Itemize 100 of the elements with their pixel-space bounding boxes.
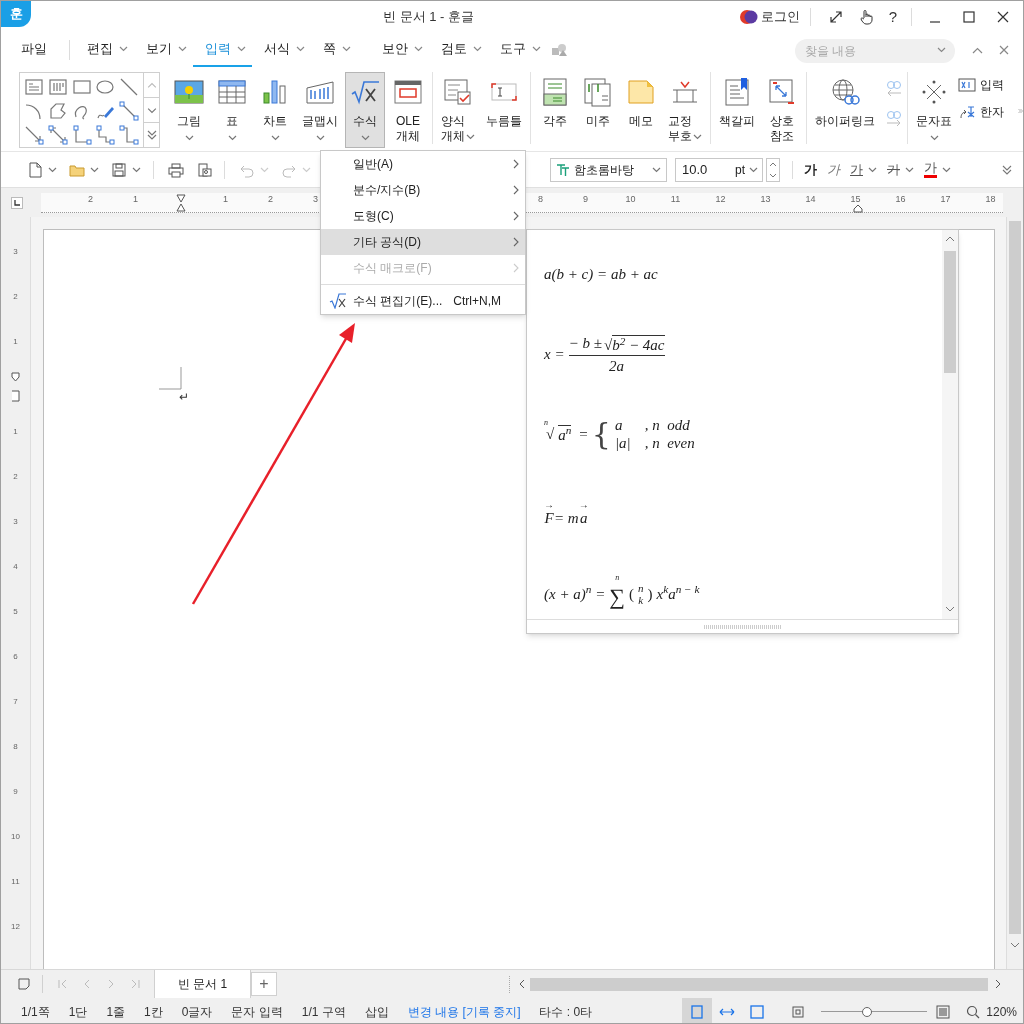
ruler-number: 12: [715, 193, 726, 204]
double-arrow-icon[interactable]: [46, 124, 69, 145]
status-text: 1/1 구역: [301, 1003, 346, 1021]
indent-marker-icon[interactable]: [175, 193, 186, 212]
scroll-thumb[interactable]: [530, 977, 988, 991]
scroll-left-icon[interactable]: [518, 979, 526, 989]
text-style-button[interactable]: 가: [887, 159, 914, 180]
font-size-field[interactable]: 10.0 pt: [675, 157, 763, 182]
ribbon-button[interactable]: 누름틀: [482, 72, 526, 148]
ribbon-button[interactable]: 메모: [621, 72, 661, 148]
scroll-thumb[interactable]: [944, 251, 956, 373]
chevron-down-icon: [532, 46, 541, 52]
paragraph-mark: ↵: [179, 390, 189, 404]
overflow-icon[interactable]: [1002, 164, 1012, 175]
scroll-down-icon[interactable]: [1009, 940, 1021, 950]
text-box-icon[interactable]: [23, 76, 45, 97]
text-style-button[interactable]: 가: [804, 159, 817, 180]
chevron-down-icon: [178, 46, 187, 52]
ribbon-button[interactable]: 책갈피: [715, 72, 759, 148]
arrow-line-icon[interactable]: [23, 124, 45, 145]
save-icon[interactable]: [111, 161, 127, 178]
menu-tab[interactable]: 도구: [488, 33, 547, 67]
search-icon[interactable]: [966, 1004, 981, 1019]
print-preview-icon[interactable]: [196, 161, 212, 178]
menu-tab[interactable]: 서식: [252, 33, 311, 67]
hanja-convert-icon: [958, 104, 976, 120]
chevron-down-icon: [473, 46, 482, 52]
help-button[interactable]: ?: [888, 5, 897, 29]
menu-tab[interactable]: 파일: [21, 33, 47, 67]
resize-grip-icon[interactable]: [703, 624, 782, 629]
ribbon-small-button[interactable]: 입력: [958, 76, 1004, 94]
menu-item[interactable]: 기타 공식(D): [321, 229, 525, 255]
ribbon-button[interactable]: 수식: [345, 72, 385, 148]
hand-pointer-icon[interactable]: [858, 9, 873, 25]
menu-item[interactable]: 분수/지수(B): [321, 177, 525, 203]
ruler-number: 9: [13, 786, 18, 798]
text-style-button[interactable]: 가: [827, 159, 840, 180]
ruler-number: 9: [583, 193, 588, 204]
ribbon-button[interactable]: 글맵시: [298, 72, 342, 148]
ribbon-button[interactable]: 각주: [535, 72, 575, 148]
scroll-right-icon[interactable]: [994, 979, 1002, 989]
add-tab-button[interactable]: +: [251, 972, 277, 996]
elbow-double-arrow-icon[interactable]: [118, 124, 141, 145]
menu-tab[interactable]: 편집: [75, 33, 134, 67]
text-style-button[interactable]: 가: [850, 159, 877, 180]
ribbon-button[interactable]: 차트: [255, 72, 295, 148]
print-icon[interactable]: [168, 161, 184, 178]
ribbon-button[interactable]: 교정 부호: [664, 72, 706, 148]
chevron-down-icon: [342, 46, 351, 52]
tab-stop-icon[interactable]: [11, 196, 23, 209]
menu-item[interactable]: 일반(A): [321, 151, 525, 177]
chevron-up-icon[interactable]: [972, 46, 983, 54]
ribbon-button[interactable]: 하이퍼링크: [811, 72, 879, 148]
chevron-down-icon: [237, 46, 246, 52]
status-text: 1줄: [106, 1003, 126, 1021]
menu-item[interactable]: 도형(C): [321, 203, 525, 229]
expand-icon[interactable]: [828, 10, 843, 24]
menu-tab[interactable]: 입력: [193, 33, 252, 67]
connector-icon[interactable]: [118, 100, 141, 121]
ribbon-small-button[interactable]: 한자: [958, 103, 1004, 121]
text-style-button[interactable]: 가: [924, 161, 951, 178]
elbow-arrow-icon[interactable]: [94, 124, 117, 145]
indent-marker-icon[interactable]: [11, 371, 20, 382]
ribbon-button[interactable]: 상호 참조: [762, 72, 802, 148]
close-icon[interactable]: [997, 11, 1009, 23]
maximize-icon[interactable]: [963, 11, 975, 23]
ribbon-button[interactable]: 그림: [169, 72, 209, 148]
new-document-icon[interactable]: [27, 161, 43, 178]
document-list-icon[interactable]: [18, 978, 30, 990]
status-text: 1단: [68, 1003, 88, 1021]
ruler-number: 1: [13, 336, 18, 348]
menu-tab[interactable]: 검토: [429, 33, 488, 67]
zoom-percent[interactable]: 120%: [986, 1002, 1017, 1021]
ruler-number: 11: [670, 193, 681, 204]
login-button[interactable]: 로그인: [760, 7, 800, 27]
fit-page-icon[interactable]: [935, 1003, 952, 1020]
shapes-icon[interactable]: [551, 43, 567, 57]
track-changes-link[interactable]: 변경 내용 [기록 중지]: [407, 1002, 521, 1021]
right-indent-marker-icon[interactable]: [853, 203, 863, 213]
menu-tab[interactable]: 보기: [134, 33, 193, 67]
zoom-slider[interactable]: [821, 1005, 928, 1018]
font-select[interactable]: 함초롬바탕: [550, 157, 667, 182]
ribbon-button[interactable]: 표: [212, 72, 252, 148]
menu-tab[interactable]: 쪽: [311, 33, 370, 67]
scroll-thumb[interactable]: [1009, 221, 1021, 934]
margin-marker-icon[interactable]: [11, 389, 20, 402]
menu-tab[interactable]: 보안: [370, 33, 429, 67]
ribbon-button[interactable]: 미주: [578, 72, 618, 148]
slider-thumb[interactable]: [861, 1006, 872, 1017]
ribbon-button[interactable]: 문자표: [912, 72, 956, 148]
ribbon-button[interactable]: OLE 개체: [388, 72, 428, 148]
ribbon-button[interactable]: 양식 개체: [437, 72, 479, 148]
elbow-connector-icon[interactable]: [70, 124, 93, 145]
view-button[interactable]: [682, 998, 713, 1023]
vertical-text-icon[interactable]: [46, 76, 69, 97]
ruler-number: 4: [13, 561, 18, 573]
document-tab[interactable]: 빈 문서 1: [154, 969, 251, 999]
spin-button-icon[interactable]: [766, 157, 780, 182]
menu-item[interactable]: 수식 편집기(E)... Ctrl+N,M: [321, 288, 525, 314]
search-field[interactable]: 찾을 내용: [795, 39, 955, 63]
